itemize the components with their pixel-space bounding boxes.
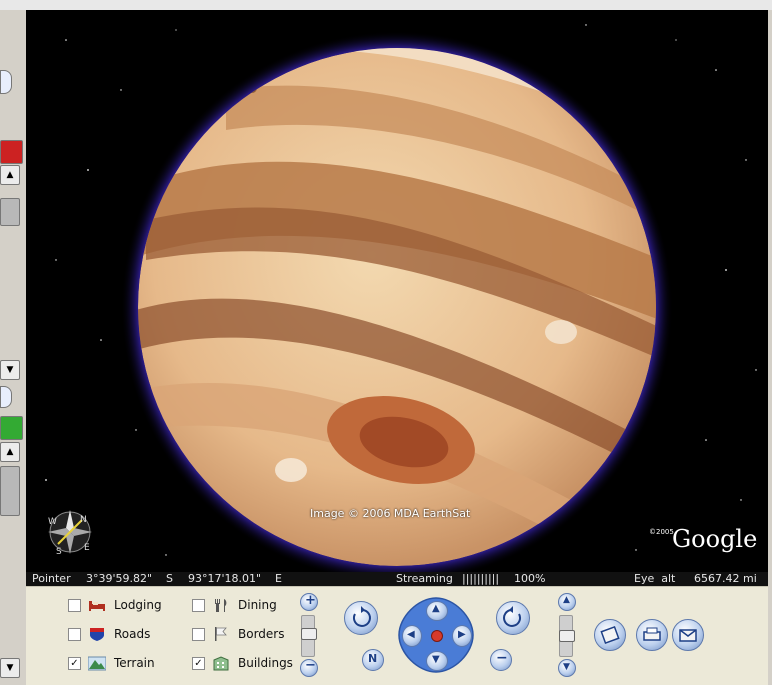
tilt-down-button[interactable]: − <box>300 658 318 677</box>
layer-buildings-checkbox[interactable]: ✓ <box>192 657 205 670</box>
pan-down-button[interactable]: ▼ <box>426 651 448 671</box>
envelope-icon <box>679 629 697 642</box>
email-button[interactable] <box>672 619 704 651</box>
sidebar-green-header[interactable] <box>0 416 23 440</box>
pointer-longitude-direction: E <box>275 572 282 585</box>
eye-altitude-label: Eye alt <box>634 572 676 585</box>
navigation-pad[interactable]: ▲ ▼ ◀ ▶ <box>396 595 476 675</box>
control-panel: Lodging Roads ✓ Terrain Dining Borders ✓ <box>26 586 768 685</box>
tilt-up-button[interactable]: + <box>300 593 318 611</box>
right-edge <box>768 10 772 684</box>
save-image-button[interactable] <box>594 619 626 651</box>
layer-borders[interactable]: Borders <box>192 626 302 642</box>
svg-text:W: W <box>48 517 57 527</box>
flag-icon <box>212 626 230 642</box>
streaming-percent: 100% <box>514 572 546 585</box>
imagery-attribution: Image © 2006 MDA EarthSat <box>310 507 471 520</box>
google-logo: Google <box>672 525 758 553</box>
left-sidebar: ▲ ▼ ▲ ▼ <box>0 10 27 684</box>
sidebar-layers-scroll-up-arrow[interactable]: ▲ <box>0 442 20 462</box>
mountain-icon <box>87 655 107 671</box>
zoom-out-small-button[interactable]: − <box>490 649 512 671</box>
pan-up-button[interactable]: ▲ <box>426 601 448 621</box>
zoom-in-button[interactable]: ▲ <box>558 593 576 611</box>
zoom-out-icon: ▼ <box>563 662 570 672</box>
reset-north-button[interactable]: N <box>362 649 384 671</box>
sidebar-red-header[interactable] <box>0 140 23 164</box>
svg-text:E: E <box>84 543 90 553</box>
zoom-slider-track[interactable] <box>559 615 575 657</box>
north-icon: N <box>368 652 378 665</box>
layer-dining-checkbox[interactable] <box>192 599 205 612</box>
sidebar-places-button[interactable] <box>0 386 12 408</box>
layer-terrain-checkbox[interactable]: ✓ <box>68 657 81 670</box>
svg-text:S: S <box>56 547 62 557</box>
fork-knife-icon <box>212 597 230 613</box>
streaming-bars: |||||||||| <box>462 572 500 585</box>
layer-borders-label: Borders <box>238 627 285 641</box>
layer-lodging-checkbox[interactable] <box>68 599 81 612</box>
layer-roads-label: Roads <box>114 627 151 641</box>
layer-roads-checkbox[interactable] <box>68 628 81 641</box>
pointer-latitude-direction: S <box>166 572 173 585</box>
layer-terrain-label: Terrain <box>114 656 155 670</box>
sidebar-scroll-down-arrow[interactable]: ▼ <box>0 360 20 380</box>
jupiter-view: W N E S <box>45 24 757 572</box>
window-top-edge <box>0 0 772 10</box>
printer-icon <box>643 627 661 641</box>
layer-buildings-label: Buildings <box>238 656 293 670</box>
streaming-label: Streaming <box>396 572 453 585</box>
zoom-in-icon: ▲ <box>563 595 570 605</box>
pointer-latitude: 3°39'59.82" <box>86 572 153 585</box>
save-image-icon <box>600 626 620 644</box>
sidebar-layers-scroll-down-arrow[interactable]: ▼ <box>0 658 20 678</box>
pan-right-button[interactable]: ▶ <box>452 625 472 647</box>
pan-center-dot[interactable] <box>431 630 443 642</box>
pointer-label: Pointer <box>32 572 71 585</box>
sidebar-search-button[interactable] <box>0 70 12 94</box>
layer-dining[interactable]: Dining <box>192 597 302 613</box>
building-icon <box>212 655 230 671</box>
sidebar-scroll-up-arrow[interactable]: ▲ <box>0 165 20 185</box>
tilt-slider-thumb[interactable] <box>301 628 317 640</box>
rotate-cw-icon <box>503 606 522 627</box>
sidebar-layers-scroll-thumb[interactable] <box>0 466 20 516</box>
layer-terrain[interactable]: ✓ Terrain <box>68 655 178 671</box>
layer-borders-checkbox[interactable] <box>192 628 205 641</box>
layer-lodging-label: Lodging <box>114 598 162 612</box>
layer-dining-label: Dining <box>238 598 277 612</box>
layer-roads[interactable]: Roads <box>68 626 178 642</box>
rotate-right-button[interactable] <box>496 601 530 635</box>
bed-icon <box>88 597 106 613</box>
print-button[interactable] <box>636 619 668 651</box>
zoom-out-button[interactable]: ▼ <box>558 659 576 677</box>
rotate-ccw-icon <box>352 606 371 627</box>
rotate-left-button[interactable] <box>344 601 378 635</box>
compass-rose[interactable]: W N E S <box>48 510 92 557</box>
sidebar-scroll-thumb[interactable] <box>0 198 20 226</box>
map-viewport[interactable]: W N E S Image © 2006 MDA EarthSat ©2005 … <box>26 10 768 572</box>
road-sign-icon <box>88 626 106 642</box>
zoom-slider-thumb[interactable] <box>559 630 575 642</box>
layer-lodging[interactable]: Lodging <box>68 597 178 613</box>
pointer-longitude: 93°17'18.01" <box>188 572 262 585</box>
eye-altitude-value: 6567.42 mi <box>694 572 757 585</box>
svg-text:N: N <box>80 515 87 525</box>
google-logo-copyright: ©2005 <box>649 528 674 536</box>
tilt-slider-track[interactable] <box>301 615 317 657</box>
pan-left-button[interactable]: ◀ <box>402 625 422 647</box>
status-bar: Pointer 3°39'59.82" S 93°17'18.01" E Str… <box>26 572 768 586</box>
layer-buildings[interactable]: ✓ Buildings <box>192 655 302 671</box>
minus-icon: − <box>496 650 508 666</box>
